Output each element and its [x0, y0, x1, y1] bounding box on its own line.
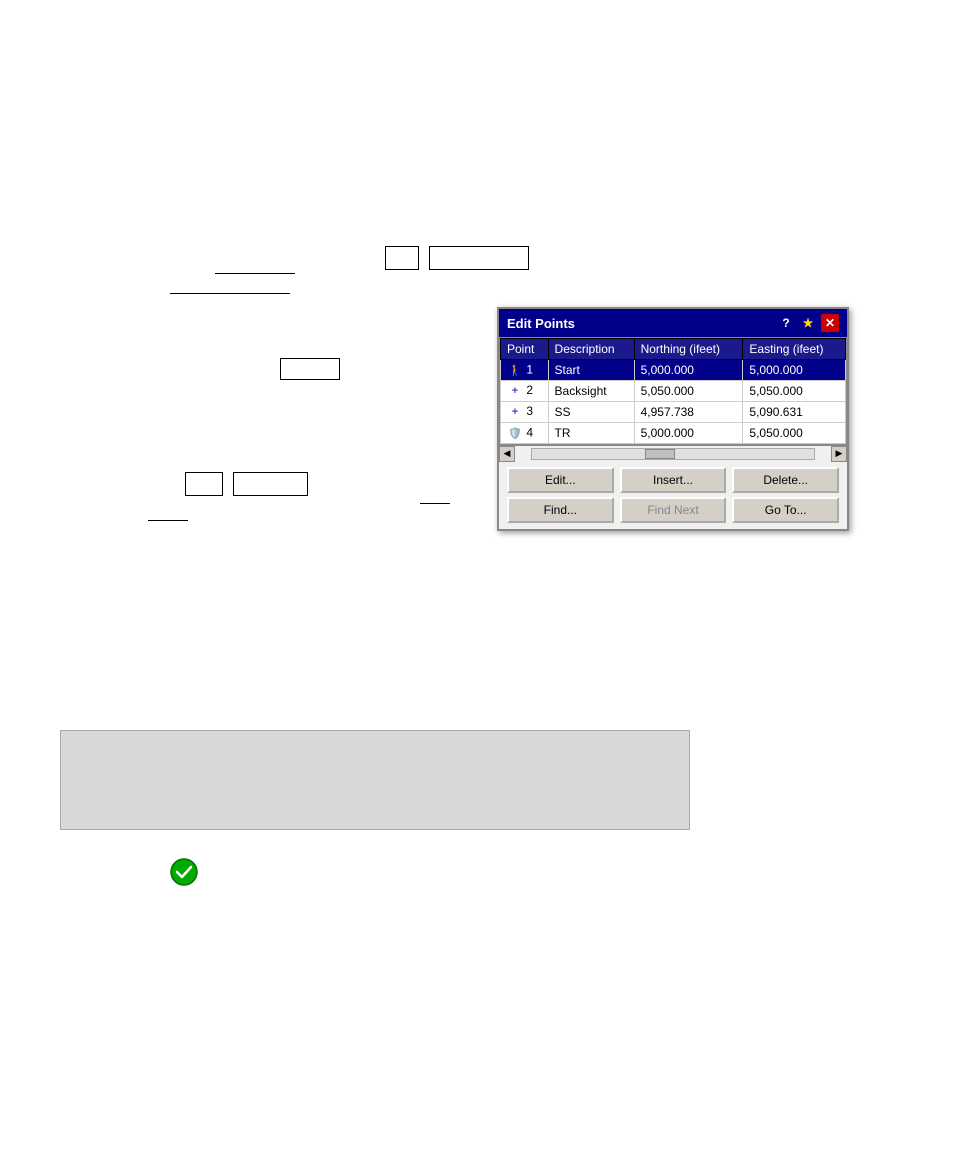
table-header-row: Point Description Northing (ifeet) Easti… — [501, 339, 846, 360]
cell-desc-4: TR — [548, 423, 634, 444]
cell-easting-2: 5,050.000 — [743, 381, 846, 402]
cell-icon-2: + 2 — [501, 381, 549, 402]
cell-point-1: 1 — [526, 363, 533, 377]
cell-easting-1: 5,000.000 — [743, 360, 846, 381]
cell-northing-4: 5,000.000 — [634, 423, 743, 444]
underline-link-4[interactable] — [148, 505, 188, 521]
green-checkmark — [170, 858, 198, 886]
delete-button[interactable]: Delete... — [732, 467, 839, 493]
edit-button[interactable]: Edit... — [507, 467, 614, 493]
table-row[interactable]: + 3 SS 4,957.738 5,090.631 — [501, 402, 846, 423]
cell-easting-4: 5,050.000 — [743, 423, 846, 444]
shield-icon: 🛡️ — [507, 425, 523, 441]
cell-northing-2: 5,050.000 — [634, 381, 743, 402]
cell-point-4: 4 — [526, 426, 533, 440]
table-row[interactable]: + 2 Backsight 5,050.000 5,050.000 — [501, 381, 846, 402]
col-northing: Northing (ifeet) — [634, 339, 743, 360]
scroll-left-arrow[interactable]: ◀ — [499, 446, 515, 462]
button-row-2: Find... Find Next Go To... — [507, 497, 839, 523]
button-row-1: Edit... Insert... Delete... — [507, 467, 839, 493]
gray-content-box — [60, 730, 690, 830]
cell-point-2: 2 — [526, 383, 533, 397]
dialog-titlebar: Edit Points ? ★ ✕ — [499, 309, 847, 337]
edit-points-dialog: Edit Points ? ★ ✕ Point Description Nort… — [497, 307, 849, 531]
insert-button[interactable]: Insert... — [620, 467, 727, 493]
person-icon: 🚶 — [507, 362, 523, 378]
mid-box[interactable] — [280, 358, 340, 380]
go-to-button[interactable]: Go To... — [732, 497, 839, 523]
underline-link-3[interactable] — [420, 488, 450, 504]
titlebar-icons: ? ★ ✕ — [777, 314, 839, 332]
cell-northing-3: 4,957.738 — [634, 402, 743, 423]
cell-icon-1: 🚶 1 — [501, 360, 549, 381]
find-next-button[interactable]: Find Next — [620, 497, 727, 523]
lower-box-1[interactable] — [185, 472, 223, 496]
scroll-track[interactable] — [531, 448, 815, 460]
cell-northing-1: 5,000.000 — [634, 360, 743, 381]
plus-icon-3: + — [507, 404, 523, 420]
plus-icon-2: + — [507, 383, 523, 399]
cell-icon-3: + 3 — [501, 402, 549, 423]
scroll-thumb[interactable] — [645, 449, 675, 459]
col-easting: Easting (ifeet) — [743, 339, 846, 360]
table-row[interactable]: 🚶 1 Start 5,000.000 5,000.000 — [501, 360, 846, 381]
underline-link-1[interactable] — [215, 258, 295, 274]
cell-point-3: 3 — [526, 404, 533, 418]
cell-desc-1: Start — [548, 360, 634, 381]
lower-box-2[interactable] — [233, 472, 308, 496]
underline-link-2[interactable] — [170, 278, 290, 294]
cell-icon-4: 🛡️ 4 — [501, 423, 549, 444]
find-button[interactable]: Find... — [507, 497, 614, 523]
scrollbar[interactable]: ◀ ▶ — [499, 445, 847, 461]
col-point: Point — [501, 339, 549, 360]
dialog-buttons-area: Edit... Insert... Delete... Find... Find… — [499, 461, 847, 529]
points-table: Point Description Northing (ifeet) Easti… — [500, 338, 846, 444]
table-container: Point Description Northing (ifeet) Easti… — [499, 337, 847, 445]
cell-desc-2: Backsight — [548, 381, 634, 402]
help-icon[interactable]: ? — [777, 314, 795, 332]
top-box-1[interactable] — [385, 246, 419, 270]
table-row[interactable]: 🛡️ 4 TR 5,000.000 5,050.000 — [501, 423, 846, 444]
pin-icon[interactable]: ★ — [799, 314, 817, 332]
dialog-title: Edit Points — [507, 316, 575, 331]
scroll-right-arrow[interactable]: ▶ — [831, 446, 847, 462]
cell-desc-3: SS — [548, 402, 634, 423]
close-icon[interactable]: ✕ — [821, 314, 839, 332]
top-box-2[interactable] — [429, 246, 529, 270]
page-content: Edit Points ? ★ ✕ Point Description Nort… — [0, 0, 954, 1159]
cell-easting-3: 5,090.631 — [743, 402, 846, 423]
col-description: Description — [548, 339, 634, 360]
